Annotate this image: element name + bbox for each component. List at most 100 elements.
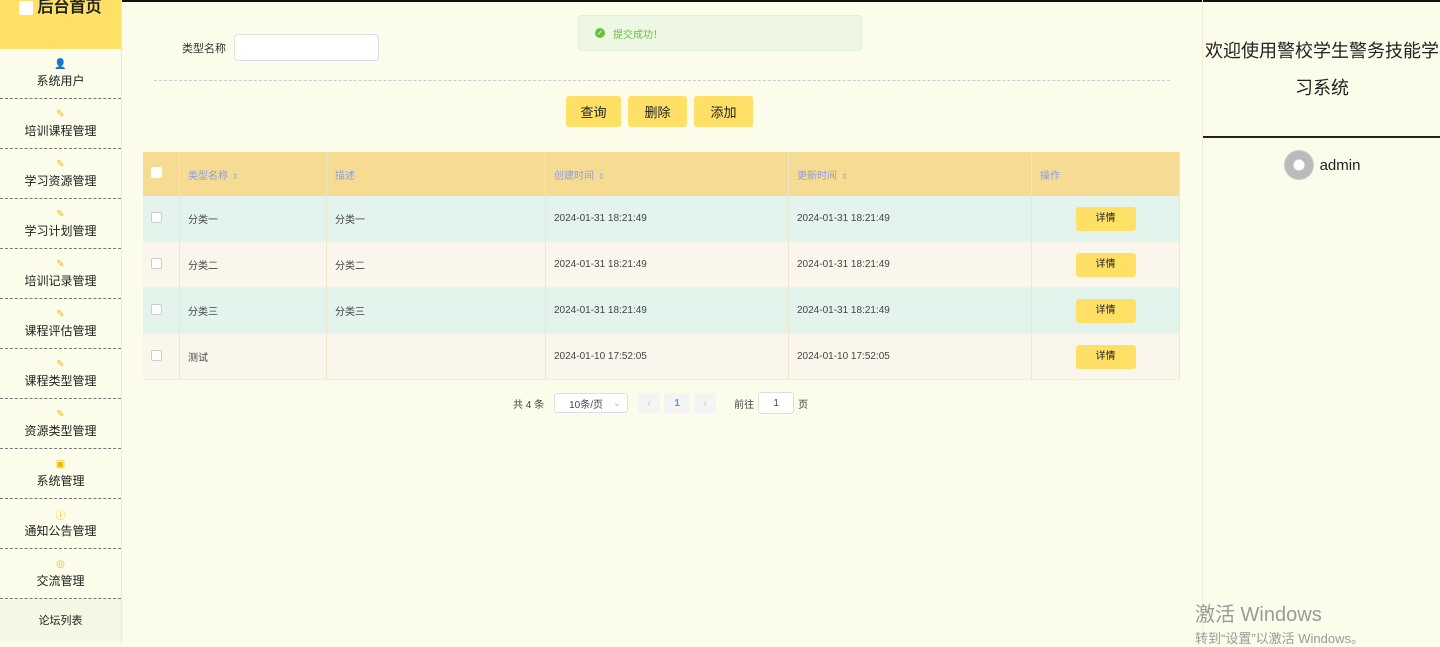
chat-icon: ◎ <box>56 558 65 570</box>
windows-activation-watermark: 激活 Windows 转到“设置”以激活 Windows。 <box>1195 604 1365 646</box>
table-header-row: 类型名称 ⇕ 描述 创建时间 ⇕ 更新时间 ⇕ 操作 <box>143 152 1180 196</box>
goto-page-input[interactable]: 1 <box>758 392 795 414</box>
row-checkbox[interactable] <box>151 257 162 269</box>
cell-updated: 2024-01-31 18:21:49 <box>788 196 1032 242</box>
sidebar-item-label: 学习资源管理 <box>24 174 97 188</box>
sidebar-item-1[interactable]: ✎ 培训课程管理 <box>0 99 121 149</box>
cell-created: 2024-01-31 18:21:49 <box>545 287 789 334</box>
cell-updated: 2024-01-10 17:52:05 <box>788 333 1032 380</box>
sidebar-item-label: 培训课程管理 <box>24 124 97 138</box>
sidebar: 后台首页 👤 系统用户 ✎ 培训课程管理 ✎ 学习资源管理 ✎ 学习计划管理 ✎ 培训记录管理 ✎ 课… <box>0 0 122 644</box>
sidebar-item-0[interactable]: 👤 系统用户 <box>0 49 121 99</box>
right-panel: 欢迎使用警校学生警务技能学 习系统 admin <box>1202 0 1440 644</box>
search-row: 类型名称 <box>182 34 379 61</box>
type-name-input[interactable] <box>234 34 379 61</box>
chevron-down-icon: ⌄ <box>612 397 622 409</box>
col-header-desc: 描述 <box>326 152 546 196</box>
home-icon <box>19 1 34 15</box>
sort-icon[interactable]: ⇕ <box>598 172 605 181</box>
cell-select <box>143 196 180 242</box>
cell-created: 2024-01-31 18:21:49 <box>545 241 789 288</box>
detail-button[interactable]: 详情 <box>1075 298 1136 323</box>
edit-icon: ✎ <box>56 258 65 270</box>
cell-select <box>143 333 180 380</box>
page-size-select[interactable]: 10条/页 ⌄ <box>554 393 629 413</box>
edit-icon: ✎ <box>56 158 65 170</box>
picture-icon: ▣ <box>55 458 66 470</box>
cell-name: 分类一 <box>179 196 327 242</box>
cell-name: 测试 <box>179 333 327 380</box>
col-header-name[interactable]: 类型名称 ⇕ <box>179 152 327 196</box>
col-header-created[interactable]: 创建时间 ⇕ <box>545 152 789 196</box>
sidebar-item-5[interactable]: ✎ 课程评估管理 <box>0 299 121 349</box>
cell-updated: 2024-01-31 18:21:49 <box>788 241 1032 288</box>
col-header-action: 操作 <box>1031 152 1180 196</box>
sidebar-item-label: 交流管理 <box>36 574 85 588</box>
success-check-icon: ✓ <box>595 28 605 38</box>
search-label: 类型名称 <box>182 42 226 55</box>
edit-icon: ✎ <box>56 108 65 120</box>
cell-name: 分类三 <box>179 287 327 334</box>
sidebar-item-label: 资源类型管理 <box>24 424 97 438</box>
sidebar-header[interactable]: 后台首页 <box>0 0 121 49</box>
query-button[interactable]: 查询 <box>566 96 621 127</box>
sidebar-item-6[interactable]: ✎ 课程类型管理 <box>0 349 121 399</box>
edit-icon: ✎ <box>56 208 65 220</box>
sidebar-subitem-forum-list[interactable]: 论坛列表 <box>0 599 121 641</box>
sidebar-item-label: 课程类型管理 <box>24 374 97 388</box>
sidebar-item-3[interactable]: ✎ 学习计划管理 <box>0 199 121 249</box>
sidebar-title: 后台首页 <box>37 0 102 16</box>
delete-button[interactable]: 删除 <box>628 96 687 127</box>
detail-button[interactable]: 详情 <box>1075 252 1136 277</box>
page-number-1[interactable]: 1 <box>664 393 691 413</box>
goto-label: 前往 <box>734 399 755 411</box>
username: admin <box>1319 156 1361 174</box>
cell-desc: 分类三 <box>326 287 546 334</box>
edit-icon: ✎ <box>56 408 65 420</box>
sidebar-item-9[interactable]: ⓘ 通知公告管理 <box>0 499 121 549</box>
add-button[interactable]: 添加 <box>694 96 753 127</box>
avatar[interactable] <box>1283 150 1314 180</box>
cell-desc: 分类一 <box>326 196 546 242</box>
sidebar-item-label: 系统用户 <box>36 74 85 88</box>
divider <box>154 80 1170 81</box>
data-table: 类型名称 ⇕ 描述 创建时间 ⇕ 更新时间 ⇕ 操作 分类一 分类一 2024-01-31… <box>143 152 1180 380</box>
sidebar-item-8[interactable]: ▣ 系统管理 <box>0 449 121 499</box>
sidebar-item-4[interactable]: ✎ 培训记录管理 <box>0 249 121 299</box>
sidebar-item-10[interactable]: ◎ 交流管理 <box>0 549 121 599</box>
sidebar-item-7[interactable]: ✎ 资源类型管理 <box>0 399 121 449</box>
next-page-button[interactable]: › <box>694 393 717 413</box>
cell-action: 详情 <box>1031 241 1180 288</box>
row-checkbox[interactable] <box>151 211 162 223</box>
cell-created: 2024-01-10 17:52:05 <box>545 333 789 380</box>
sidebar-item-label: 课程评估管理 <box>24 324 97 338</box>
select-all-cell[interactable] <box>143 152 180 196</box>
cell-desc <box>326 333 546 380</box>
user-info[interactable]: admin <box>1203 150 1440 180</box>
success-toast: ✓ 提交成功！ <box>578 15 862 51</box>
cell-name: 分类二 <box>179 241 327 288</box>
user-icon: 👤 <box>54 58 67 70</box>
goto-suffix: 页 <box>798 399 809 411</box>
cell-select <box>143 287 180 334</box>
cell-action: 详情 <box>1031 196 1180 242</box>
row-checkbox[interactable] <box>151 303 162 315</box>
prev-page-button[interactable]: ‹ <box>638 393 661 413</box>
detail-button[interactable]: 详情 <box>1075 344 1136 369</box>
select-all-checkbox[interactable] <box>151 167 162 178</box>
detail-button[interactable]: 详情 <box>1075 206 1136 231</box>
cell-desc: 分类二 <box>326 241 546 288</box>
sidebar-item-label: 通知公告管理 <box>24 524 97 538</box>
table-row: 分类二 分类二 2024-01-31 18:21:49 2024-01-31 18:2… <box>143 241 1180 288</box>
sort-icon[interactable]: ⇕ <box>841 172 848 181</box>
row-checkbox[interactable] <box>151 349 162 361</box>
table-row: 测试 2024-01-10 17:52:05 2024-01-10 17:52:05… <box>143 333 1180 380</box>
pagination: 共 4 条 10条/页 ⌄ ‹ 1 › 前往 1 页 <box>513 392 808 414</box>
action-buttons: 查询 删除 添加 <box>566 96 753 127</box>
col-header-updated[interactable]: 更新时间 ⇕ <box>788 152 1032 196</box>
sort-icon[interactable]: ⇕ <box>232 172 239 181</box>
sidebar-item-2[interactable]: ✎ 学习资源管理 <box>0 149 121 199</box>
welcome-title: 欢迎使用警校学生警务技能学 习系统 <box>1205 41 1439 98</box>
cell-action: 详情 <box>1031 333 1180 380</box>
edit-icon: ✎ <box>56 358 65 370</box>
